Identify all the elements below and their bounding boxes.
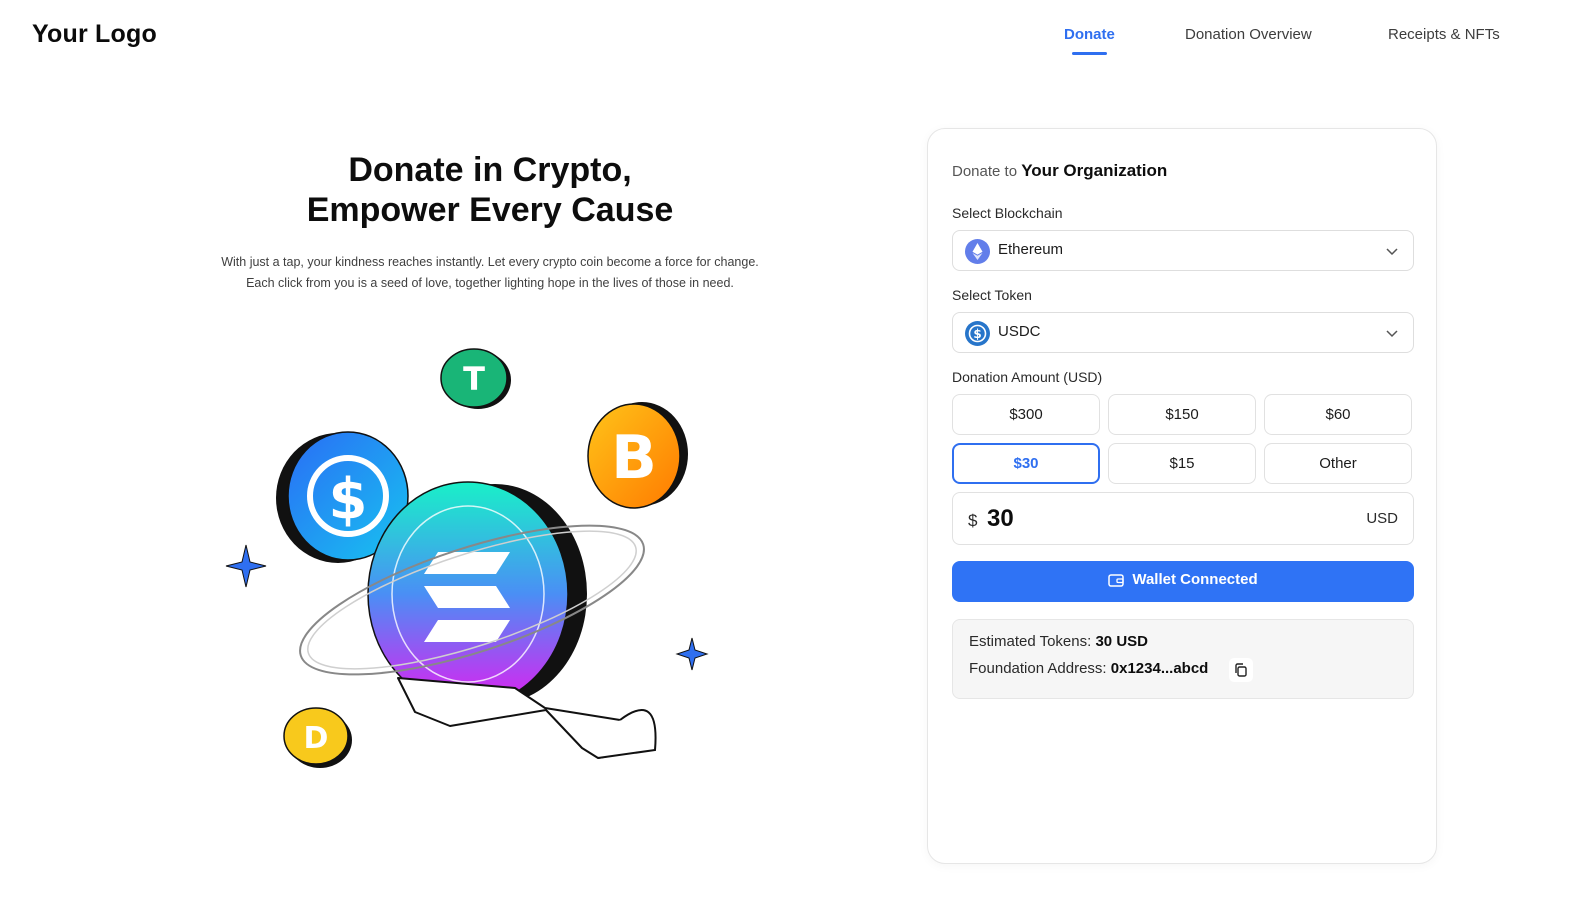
hero-subtitle-line1: With just a tap, your kindness reaches i…: [221, 255, 759, 269]
donation-summary: Estimated Tokens: 30 USD Foundation Addr…: [952, 619, 1414, 699]
sparkle-icon: [225, 544, 267, 588]
organization-name: Your Organization: [1021, 161, 1168, 180]
nav-receipts-nfts[interactable]: Receipts & NFTs: [1388, 26, 1500, 43]
svg-text:D: D: [304, 721, 329, 756]
ethereum-icon: [965, 239, 990, 264]
wallet-connected-button[interactable]: Wallet Connected: [952, 561, 1414, 602]
solana-coin-icon: [367, 481, 587, 707]
usdc-icon: $: [965, 321, 990, 346]
chevron-down-icon: [1386, 330, 1398, 338]
dai-coin-icon: D: [283, 707, 352, 768]
chevron-down-icon: [1386, 248, 1398, 256]
amount-option-60[interactable]: $60: [1264, 394, 1412, 435]
foundation-address: Foundation Address: 0x1234...abcd: [969, 660, 1208, 677]
token-value: USDC: [998, 323, 1041, 340]
amount-value[interactable]: 30: [987, 505, 1014, 533]
hero-title: Donate in Crypto, Empower Every Cause: [180, 150, 800, 230]
wallet-icon: [1108, 574, 1125, 587]
donation-card: Donate to Your Organization Select Block…: [927, 128, 1437, 864]
amount-unit: USD: [1366, 510, 1398, 527]
amount-option-300[interactable]: $300: [952, 394, 1100, 435]
amount-option-30[interactable]: $30: [952, 443, 1100, 484]
tether-coin-icon: T: [440, 348, 511, 409]
hero-subtitle: With just a tap, your kindness reaches i…: [180, 252, 800, 294]
hero: Donate in Crypto, Empower Every Cause Wi…: [180, 150, 800, 294]
hero-subtitle-line2: Each click from you is a seed of love, t…: [246, 276, 734, 290]
foundation-address-value: 0x1234...abcd: [1110, 660, 1209, 677]
svg-text:$: $: [329, 467, 368, 532]
svg-text:T: T: [463, 360, 485, 398]
card-title-prefix: Donate to: [952, 163, 1018, 180]
top-nav: Donate Donation Overview Receipts & NFTs: [0, 26, 1576, 56]
token-label: Select Token: [952, 287, 1032, 303]
bitcoin-coin-icon: B: [587, 402, 688, 509]
currency-symbol: $: [968, 511, 978, 530]
estimated-tokens-value: 30 USD: [1095, 633, 1148, 650]
hero-title-line2: Empower Every Cause: [306, 191, 674, 229]
amount-option-150[interactable]: $150: [1108, 394, 1256, 435]
blockchain-label: Select Blockchain: [952, 205, 1063, 221]
copy-address-button[interactable]: [1229, 658, 1253, 682]
amount-option-other[interactable]: Other: [1264, 443, 1412, 484]
blockchain-select[interactable]: Ethereum: [952, 230, 1414, 271]
card-title: Donate to Your Organization: [952, 161, 1167, 181]
nav-donation-overview[interactable]: Donation Overview: [1185, 26, 1312, 43]
estimated-tokens-label: Estimated Tokens:: [969, 633, 1092, 650]
foundation-address-label: Foundation Address:: [969, 660, 1107, 677]
copy-icon: [1235, 663, 1247, 677]
svg-text:B: B: [611, 423, 657, 493]
blockchain-value: Ethereum: [998, 241, 1064, 258]
estimated-tokens: Estimated Tokens: 30 USD: [969, 633, 1148, 650]
amount-input[interactable]: $ 30 USD: [952, 492, 1414, 545]
nav-donate[interactable]: Donate: [1064, 26, 1115, 55]
amount-option-15[interactable]: $15: [1108, 443, 1256, 484]
wallet-button-label: Wallet Connected: [1132, 571, 1258, 588]
crypto-illustration: T B $ D: [210, 330, 730, 790]
crypto-illustration-art: T B $ D: [225, 348, 709, 768]
hero-title-line1: Donate in Crypto,: [348, 151, 632, 189]
token-select[interactable]: $ USDC: [952, 312, 1414, 353]
amount-label: Donation Amount (USD): [952, 369, 1103, 385]
sparkle-icon: [675, 637, 709, 671]
svg-text:$: $: [973, 327, 981, 341]
